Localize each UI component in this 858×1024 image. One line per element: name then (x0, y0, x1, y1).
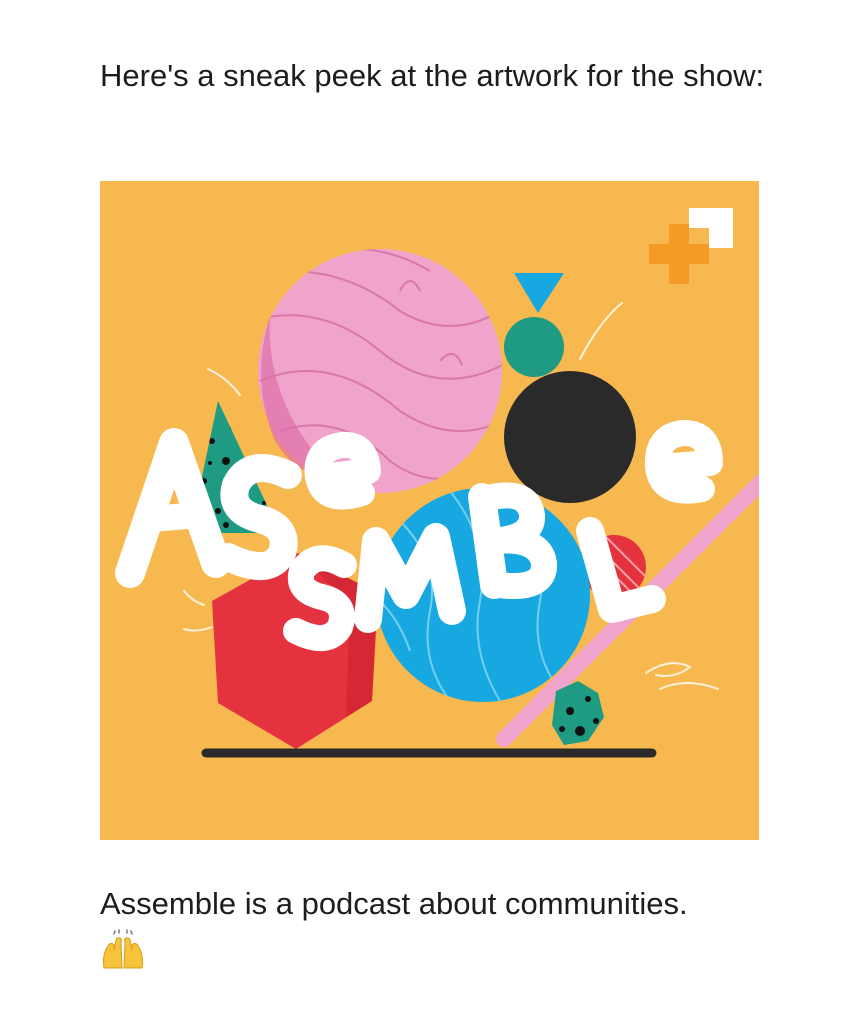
black-ball (504, 371, 636, 503)
raising-hands-icon (103, 929, 143, 969)
caption-text: Assemble is a podcast about communities. (100, 886, 688, 921)
raising-hands-shape (103, 929, 143, 969)
teal-ball (504, 317, 564, 377)
podcast-artwork (100, 181, 759, 840)
intro-text: Here's a sneak peek at the artwork for t… (100, 58, 765, 93)
